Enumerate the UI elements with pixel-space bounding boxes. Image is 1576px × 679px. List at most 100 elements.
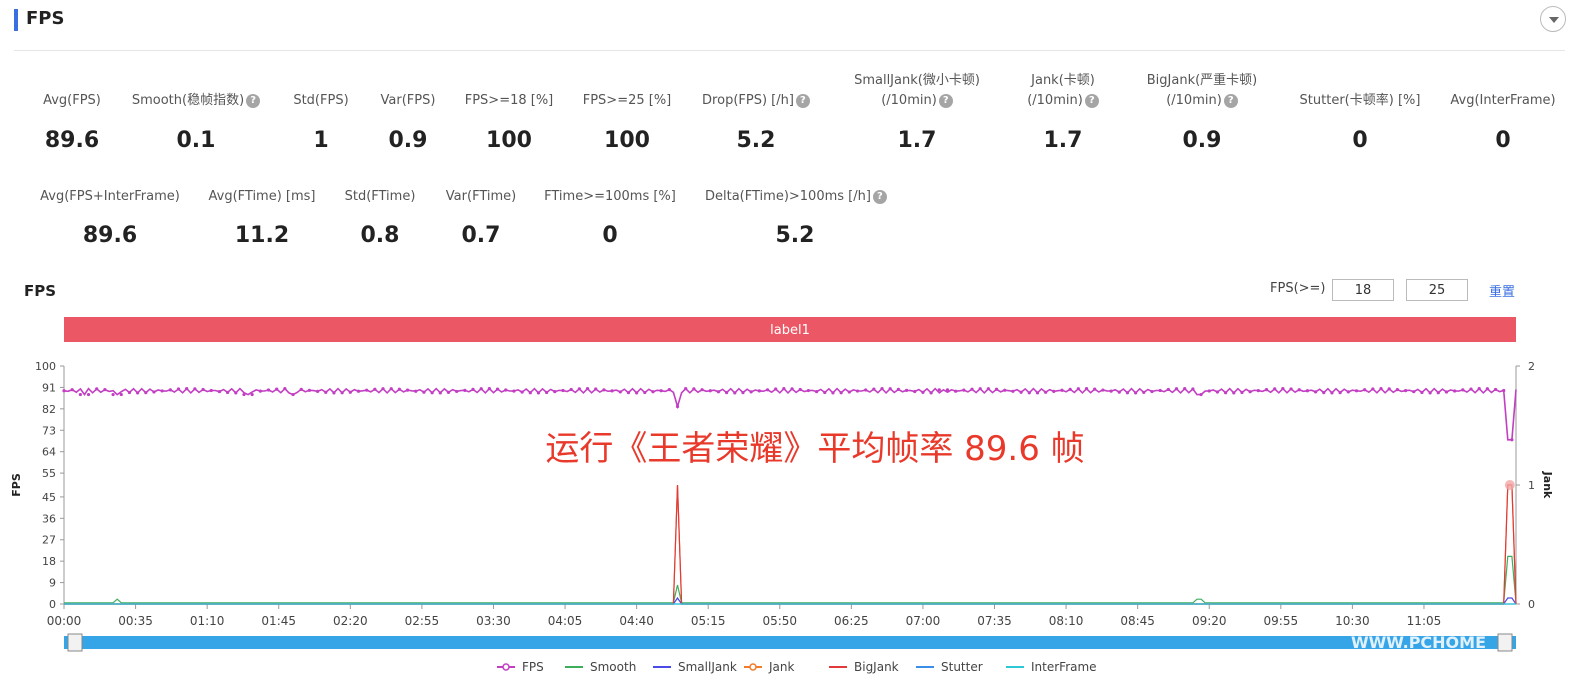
zoom-handle-left[interactable] bbox=[67, 633, 83, 652]
zoom-handle-right[interactable] bbox=[1497, 633, 1513, 652]
legend-item-smalljank[interactable]: SmallJank bbox=[653, 660, 737, 674]
fps-point bbox=[414, 389, 418, 393]
fps-point bbox=[913, 389, 917, 394]
fps-point bbox=[348, 390, 352, 394]
fps-point bbox=[1060, 388, 1064, 392]
fps-point bbox=[111, 392, 115, 397]
metric-label-text: Drop(FPS) [/h] bbox=[702, 93, 794, 108]
legend-item-fps[interactable]: FPS bbox=[497, 660, 544, 674]
x-tick-label: 07:35 bbox=[977, 614, 1012, 628]
y-tick-label-right: 0 bbox=[1528, 598, 1535, 611]
fps-point bbox=[86, 392, 91, 397]
metric-label-text: Jank(卡顿) bbox=[1031, 73, 1095, 88]
fps-point bbox=[495, 387, 500, 391]
fps-point bbox=[103, 388, 107, 392]
fps-point bbox=[937, 388, 941, 392]
legend-item-bigjank[interactable]: BigJank bbox=[829, 660, 899, 674]
fps-point bbox=[757, 389, 761, 393]
metric-metrics_row1-9: BigJank(严重卡顿) (/10min)? 0.9 bbox=[1112, 71, 1292, 153]
fps-point bbox=[1084, 387, 1089, 391]
threshold-label: FPS(>=) bbox=[1270, 281, 1326, 296]
help-icon[interactable]: ? bbox=[872, 189, 887, 204]
fps-point bbox=[479, 387, 483, 391]
fps-point bbox=[1215, 390, 1220, 394]
metric-label: Avg(InterFrame) bbox=[1413, 91, 1576, 111]
threshold-input-2[interactable] bbox=[1406, 279, 1468, 301]
collapse-chevron-icon[interactable] bbox=[1540, 6, 1566, 32]
help-icon[interactable]: ? bbox=[938, 93, 953, 108]
fps-point bbox=[986, 387, 990, 391]
fps-point bbox=[1134, 391, 1138, 395]
fps-point bbox=[1174, 387, 1179, 391]
y-tick-label-left: 45 bbox=[42, 491, 56, 504]
reset-link[interactable]: 重置 bbox=[1489, 281, 1515, 300]
fps-point bbox=[389, 387, 393, 391]
x-tick-label: 07:00 bbox=[906, 614, 941, 628]
x-tick-label: 08:45 bbox=[1120, 614, 1155, 628]
fps-point bbox=[95, 387, 99, 391]
y-axis-label-right: Jank bbox=[1541, 471, 1554, 499]
fps-point bbox=[798, 387, 802, 392]
fps-point bbox=[1158, 388, 1162, 393]
fps-point bbox=[1387, 387, 1391, 391]
fps-point bbox=[1379, 387, 1383, 391]
fps-point bbox=[463, 388, 467, 392]
legend-item-interframe[interactable]: InterFrame bbox=[1006, 660, 1097, 674]
fps-point bbox=[1183, 387, 1187, 391]
fps-point bbox=[1305, 389, 1310, 393]
threshold-input-1[interactable] bbox=[1332, 279, 1394, 301]
help-icon[interactable]: ? bbox=[1084, 93, 1099, 108]
fps-point bbox=[422, 390, 426, 394]
fps-point bbox=[1346, 390, 1350, 394]
fps-point bbox=[1125, 391, 1130, 395]
fps-point bbox=[1207, 389, 1211, 393]
fps-point bbox=[667, 388, 671, 392]
legend-item-smooth[interactable]: Smooth bbox=[565, 660, 636, 674]
x-tick-label: 09:55 bbox=[1264, 614, 1299, 628]
y-tick-label-right: 1 bbox=[1528, 479, 1535, 492]
metric-label: Delta(FTime)>100ms [/h]? bbox=[705, 187, 887, 207]
metric-label-text: FTime>=100ms [%] bbox=[544, 189, 676, 204]
fps-point bbox=[381, 387, 385, 391]
x-tick-label: 01:45 bbox=[261, 614, 296, 628]
section-title: FPS bbox=[26, 8, 65, 29]
fps-point bbox=[266, 388, 271, 392]
metric-metrics_row2-5: Delta(FTime)>100ms [/h]? 5.2 bbox=[705, 187, 887, 267]
fps-point bbox=[1166, 387, 1170, 392]
fps-point bbox=[651, 390, 655, 394]
fps-point bbox=[1428, 391, 1432, 395]
fps-point bbox=[888, 387, 892, 391]
fps-point bbox=[1444, 390, 1449, 394]
metric-label-text: Smooth(稳帧指数) bbox=[131, 93, 245, 108]
fps-point bbox=[1493, 387, 1498, 392]
fps-point bbox=[528, 391, 532, 395]
metric-label-text: SmallJank(微小卡顿) bbox=[854, 73, 980, 88]
metric-metrics_row1-11: Avg(InterFrame) 0 bbox=[1413, 91, 1576, 171]
fps-point bbox=[176, 387, 181, 391]
help-icon[interactable]: ? bbox=[1223, 93, 1238, 108]
fps-point bbox=[643, 390, 647, 395]
fps-point bbox=[1109, 389, 1113, 393]
metric-label: FTime>=100ms [%] bbox=[520, 187, 700, 207]
fps-point bbox=[234, 391, 238, 395]
fps-point bbox=[324, 390, 328, 394]
fps-point bbox=[1101, 388, 1105, 392]
fps-point bbox=[487, 387, 491, 391]
fps-point bbox=[471, 387, 475, 391]
fps-point bbox=[1453, 389, 1457, 393]
legend-item-stutter[interactable]: Stutter bbox=[916, 660, 983, 674]
metric-value: 0.9 bbox=[1182, 128, 1222, 153]
help-icon[interactable]: ? bbox=[795, 93, 810, 108]
metric-value: 0 bbox=[602, 223, 618, 248]
fps-point bbox=[315, 389, 320, 394]
fps-point bbox=[446, 390, 451, 394]
fps-point bbox=[1395, 387, 1399, 392]
metric-metrics_row1-6: Drop(FPS) [/h]? 5.2 bbox=[666, 91, 846, 171]
x-tick-label: 11:05 bbox=[1407, 614, 1442, 628]
fps-point bbox=[806, 388, 811, 393]
fps-point bbox=[994, 387, 999, 391]
legend-item-jank[interactable]: Jank bbox=[744, 660, 794, 674]
x-tick-label: 04:05 bbox=[548, 614, 583, 628]
fps-point bbox=[847, 390, 851, 394]
fps-point bbox=[716, 390, 721, 394]
